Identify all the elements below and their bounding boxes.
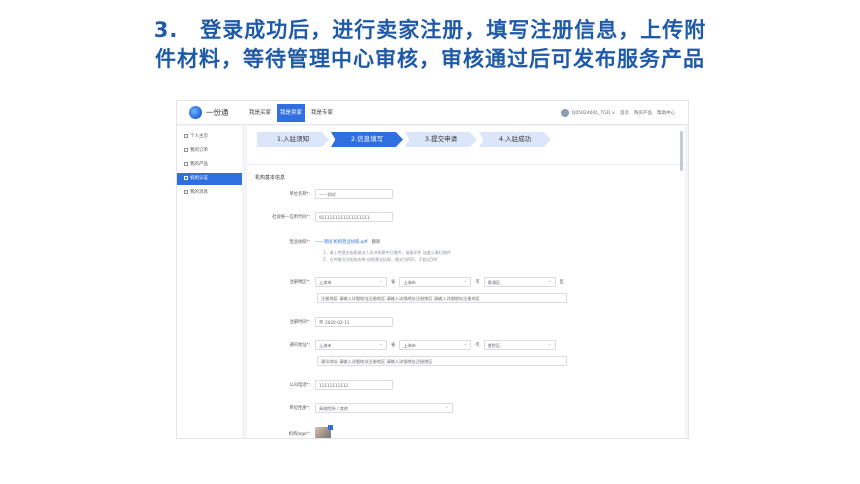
mail-district-select[interactable]: 普陀区 (483, 340, 556, 350)
license-delete-button[interactable]: 删除 (372, 239, 381, 245)
logo[interactable]: 一份通 (189, 106, 229, 119)
tab-seller[interactable]: 我是卖家 (277, 104, 306, 122)
reg-date-input[interactable]: ▦ 2020-02-11 (315, 317, 393, 327)
reg-city-select[interactable]: 上海市 (399, 277, 472, 287)
credit-code-label: 社会统一信用代码*： (272, 215, 313, 220)
reg-date-value: 2020-02-11 (325, 319, 350, 325)
step-3: 3.提交申请 (405, 132, 477, 147)
province-unit: 省 (391, 343, 396, 348)
slide-title: 3. 登录成功后，进行卖家注册，填写注册信息，上传附 件材料，等待管理中心审核，… (0, 16, 860, 74)
mail-address-input[interactable]: 通讯地址 请输入详细地址注册地区 请输入详细地址注册地区 (317, 356, 567, 366)
reg-area-row: 注册地区*： 上海市 省 上海市 市 青浦区 区 (247, 276, 568, 288)
mail-city-select[interactable]: 上海市 (399, 340, 472, 350)
section-title: 机构基本信息 (255, 175, 286, 181)
messages-icon (184, 189, 188, 194)
sidebar-item-messages[interactable]: 我的消息 (177, 187, 242, 199)
province-unit: 省 (391, 280, 396, 285)
certification-icon (184, 175, 188, 180)
scrollbar[interactable] (680, 131, 683, 171)
mail-province-select[interactable]: 上海市 (315, 340, 387, 350)
reg-area-label: 注册地区*： (289, 280, 313, 285)
sidebar-item-certification[interactable]: 机构认证 (177, 173, 242, 185)
tab-expert[interactable]: 我是专家 (308, 104, 336, 122)
sidebar-item-label: 我的产品 (190, 162, 208, 167)
step-progress: 1.入驻须知 2.信息填写 3.提交申请 4.入驻成功 (257, 132, 553, 147)
nature-select[interactable]: 高校院所 / 其他 (315, 403, 453, 413)
reg-address-input[interactable]: 注册地区 请输入详细地址注册地区 请输入详细地址注册地区 请输入详细地址注册地区 (317, 293, 567, 303)
license-hint-1: 1、请上传营业执照或法人证书的原件扫描件，或复印件 加盖公章扫描件 (323, 250, 451, 255)
step-1: 1.入驻须知 (257, 132, 329, 147)
app-screenshot: 一份通 我是买家 我是卖家 我是专家 Q05024041_TGO ∨ 首页 购买… (176, 100, 689, 439)
license-row: 营业执照*： ——测试 机构营业执照.pdf 删除 (247, 236, 380, 248)
sidebar-item-orders[interactable]: 我的订单 (177, 145, 242, 157)
logo-thumbnail[interactable] (315, 425, 333, 438)
link-buy-products[interactable]: 购买产品 (634, 110, 652, 116)
credit-code-input[interactable]: 9111111111111111111 (315, 212, 393, 222)
sidebar-item-label: 机构认证 (190, 176, 208, 181)
org-name-label: 单位名称*： (289, 192, 313, 197)
divider (247, 164, 685, 165)
top-navigation-bar: 一份通 我是买家 我是卖家 我是专家 Q05024041_TGO ∨ 首页 购买… (177, 101, 688, 125)
mail-area-row: 通讯地址*： 上海市 省 上海市 市 普陀区 (247, 339, 556, 351)
reg-province-select[interactable]: 上海市 (315, 277, 387, 287)
phone-input[interactable]: 11111111111 (315, 380, 393, 390)
city-unit: 市 (475, 280, 480, 285)
reg-date-row: 注册时间*： ▦ 2020-02-11 (247, 316, 393, 328)
photo-row: 机构logo*： (247, 425, 333, 438)
step-2: 2.信息填写 (331, 132, 403, 147)
district-unit: 区 (559, 280, 564, 285)
credit-code-row: 社会统一信用代码*： 9111111111111111111 (247, 211, 393, 223)
reg-date-label: 注册时间*： (289, 320, 313, 325)
link-help-center[interactable]: 帮助中心 (657, 110, 675, 116)
slide-title-line-1: 3. 登录成功后，进行卖家注册，填写注册信息，上传附 (153, 18, 707, 42)
tab-buyer[interactable]: 我是买家 (246, 104, 274, 122)
license-file-link[interactable]: ——测试 机构营业执照.pdf (315, 239, 368, 245)
nature-row: 单位性质*： 高校院所 / 其他 (247, 402, 453, 414)
city-unit: 市 (475, 343, 480, 348)
slide-title-line-2: 件材料，等待管理中心审核，审核通过后可发布服务产品 (155, 47, 705, 71)
avatar[interactable] (560, 109, 569, 117)
nature-label: 单位性质*： (289, 406, 313, 411)
user-name[interactable]: Q05024041_TGO ∨ (572, 111, 615, 116)
logo-icon (189, 106, 202, 119)
photo-label: 机构logo*： (288, 432, 313, 437)
main-panel: 1.入驻须知 2.信息填写 3.提交申请 4.入驻成功 机构基本信息 单位名称*… (247, 126, 685, 438)
sidebar-item-products[interactable]: 我的产品 (177, 159, 242, 171)
reg-address-row: 注册地区 请输入详细地址注册地区 请输入详细地址注册地区 请输入详细地址注册地区 (317, 292, 567, 304)
sidebar: 个人主页 我的订单 我的产品 机构认证 我的消息 (177, 126, 242, 438)
license-label: 营业执照*： (289, 240, 313, 245)
sidebar-item-label: 个人主页 (190, 134, 208, 139)
link-home[interactable]: 首页 (620, 110, 629, 116)
orders-icon (184, 147, 188, 152)
step-4: 4.入驻成功 (479, 132, 551, 147)
license-hint-2: 2、文件格式为机构名称-机构营业执照，格式为PDF，不超过5M (323, 257, 437, 262)
user-menu: Q05024041_TGO ∨ 首页 购买产品 帮助中心 (560, 109, 680, 117)
sidebar-item-label: 我的订单 (190, 148, 208, 153)
reg-district-select[interactable]: 青浦区 (483, 277, 556, 287)
mail-address-row: 通讯地址 请输入详细地址注册地区 请输入详细地址注册地区 (317, 355, 567, 367)
phone-row: 公司电话*： 11111111111 (247, 379, 393, 391)
nav-tabs: 我是买家 我是卖家 我是专家 (246, 104, 339, 122)
products-icon (184, 161, 188, 166)
phone-label: 公司电话*： (289, 383, 313, 388)
mail-area-label: 通讯地址*： (289, 343, 313, 348)
logo-text: 一份通 (206, 108, 229, 117)
calendar-icon: ▦ (319, 319, 324, 325)
sidebar-item-label: 我的消息 (190, 190, 208, 195)
org-name-input[interactable]: ——测试 (315, 189, 393, 199)
edit-badge-icon[interactable] (328, 425, 333, 430)
org-name-row: 单位名称*： ——测试 (247, 188, 393, 200)
home-icon (184, 133, 188, 138)
sidebar-item-home[interactable]: 个人主页 (177, 131, 242, 143)
